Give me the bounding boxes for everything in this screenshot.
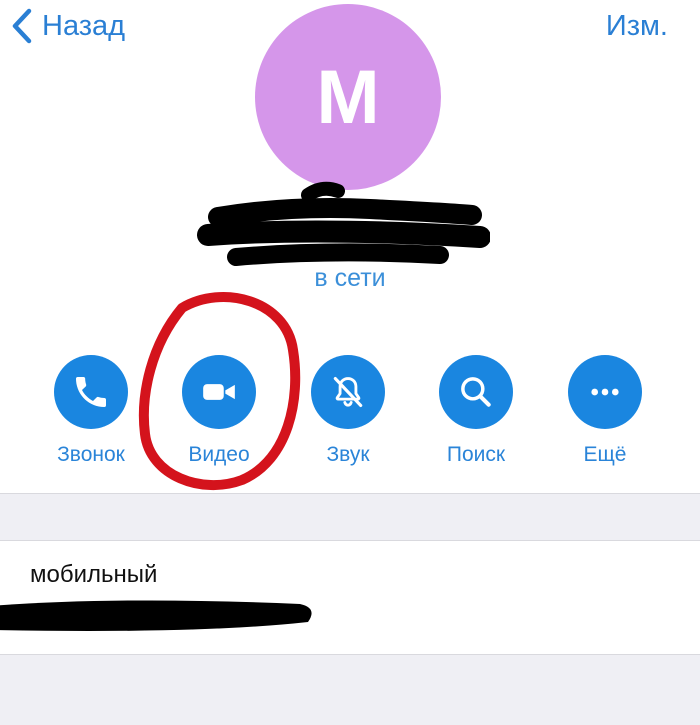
more-button-label: Ещё — [583, 443, 627, 466]
search-button-label: Поиск — [446, 443, 506, 466]
ellipsis-icon — [591, 388, 619, 396]
more-button-circle — [568, 355, 642, 429]
chevron-left-icon — [12, 8, 32, 44]
mute-button-label: Звук — [326, 443, 370, 466]
section-separator — [0, 493, 700, 541]
search-button-circle — [439, 355, 513, 429]
back-button[interactable]: Назад — [10, 4, 125, 48]
action-bar: Звонок Видео Звук Поиск Ещё — [0, 355, 700, 475]
edit-button[interactable]: Изм. — [606, 4, 668, 48]
back-label: Назад — [42, 9, 126, 42]
call-button-label: Звонок — [57, 443, 125, 466]
online-status: в сети — [314, 264, 386, 292]
search-button[interactable]: Поиск — [416, 355, 536, 467]
name-redaction — [197, 181, 490, 266]
bell-slash-icon — [333, 376, 363, 408]
avatar-initial: M — [316, 54, 380, 140]
search-icon — [461, 377, 491, 407]
phone-icon — [76, 377, 106, 407]
highlight-ring — [138, 292, 301, 491]
avatar[interactable]: M — [255, 4, 441, 190]
more-button[interactable]: Ещё — [545, 355, 665, 467]
call-button-circle — [54, 355, 128, 429]
bottom-separator — [0, 654, 700, 725]
mute-button-circle — [311, 355, 385, 429]
phone-redaction — [0, 600, 312, 631]
